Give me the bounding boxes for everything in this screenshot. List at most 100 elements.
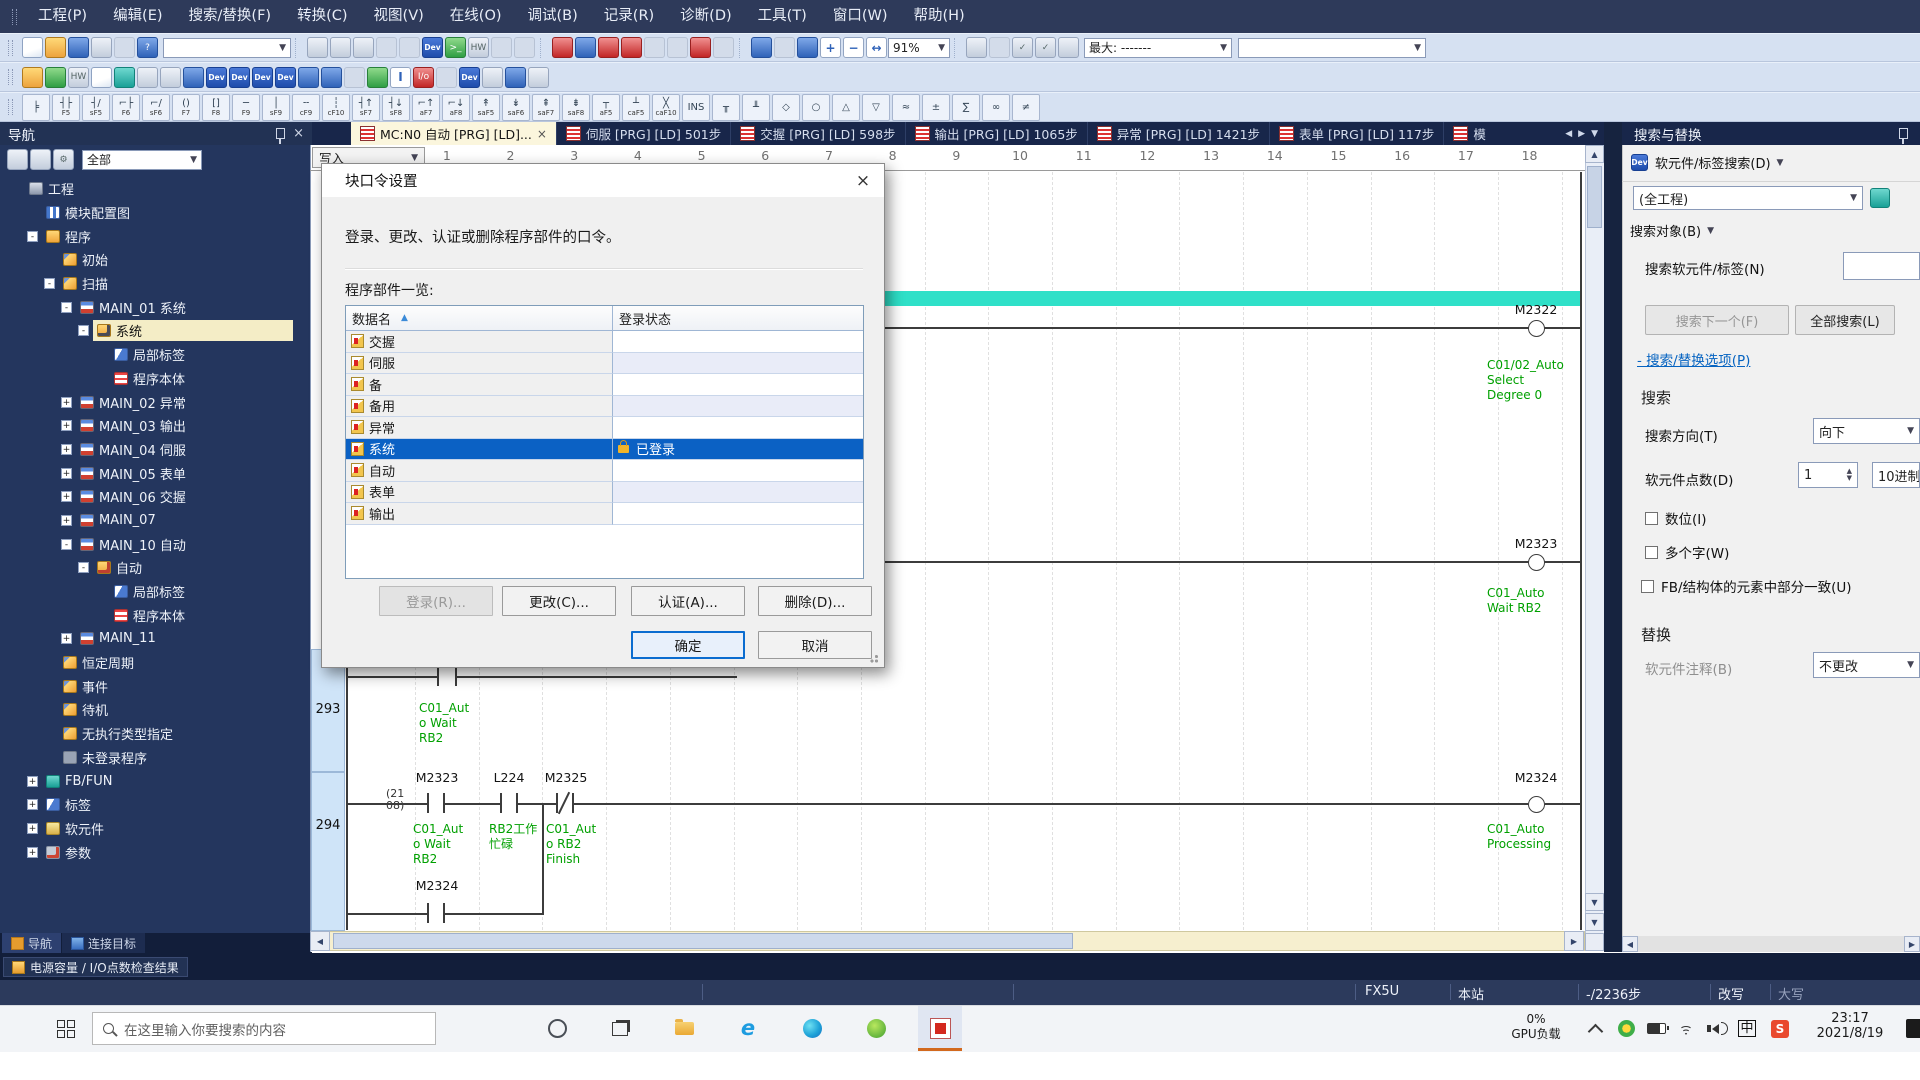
coil-m2323[interactable]	[1528, 554, 1545, 571]
clock-setting-icon[interactable]	[321, 67, 342, 88]
tree-expand-icon[interactable]: +	[27, 823, 38, 834]
ladder-symbol-button[interactable]: ╨	[742, 94, 770, 121]
device-label-m2325[interactable]: M2325	[537, 770, 595, 785]
comment-display-combo[interactable]: 最大: -------▼	[1084, 38, 1232, 58]
ladder-symbol-button[interactable]: [] F8	[202, 94, 230, 121]
device-memory-icon[interactable]: HW	[468, 37, 489, 58]
label-edit-icon[interactable]: I	[390, 67, 411, 88]
search-options-link[interactable]: - 搜索/替换选项(P)	[1637, 349, 1750, 369]
menu-item[interactable]: 转换(C)	[284, 0, 360, 33]
tree-expand-icon[interactable]: -	[78, 325, 89, 336]
change-button[interactable]: 更改(C)...	[502, 586, 616, 616]
program-part-row[interactable]: 交握	[346, 331, 863, 353]
menu-item[interactable]: 工具(T)	[745, 0, 820, 33]
search-scope-combo[interactable]: (全工程) ▼	[1633, 186, 1863, 210]
tree-expand-icon[interactable]: +	[61, 397, 72, 408]
ladder-symbol-button[interactable]: ╳ caF10	[652, 94, 680, 121]
document-tab[interactable]: 交握 [PRG] [LD] 598步	[731, 122, 905, 145]
redo-icon[interactable]	[399, 37, 420, 58]
close-icon[interactable]: ×	[293, 127, 304, 140]
column-header-status[interactable]: 登录状态	[613, 306, 863, 330]
ladder-symbol-button[interactable]: ▽	[862, 94, 890, 121]
task-view-button[interactable]	[598, 1006, 642, 1051]
device-comment-combo[interactable]: 不更改 ▼	[1813, 652, 1920, 678]
device-label-l224[interactable]: L224	[487, 770, 531, 785]
tree-expand-icon[interactable]: -	[44, 278, 55, 289]
device-comment-icon[interactable]: Dev	[422, 37, 443, 58]
nav-tree-item[interactable]: - MAIN_01 系统	[0, 295, 312, 319]
window-find-icon[interactable]	[505, 67, 526, 88]
nav-tree-item[interactable]: + 标签	[0, 793, 312, 817]
volume-tray-button[interactable]	[1702, 1006, 1732, 1051]
monitor-2-icon[interactable]	[667, 37, 688, 58]
element-selection-icon[interactable]	[45, 67, 66, 88]
nav-tree-item[interactable]: 事件	[0, 674, 312, 698]
program-terminal-icon[interactable]: >_	[445, 37, 466, 58]
register-button[interactable]: 登录(R)...	[379, 586, 493, 616]
resize-grip[interactable]	[869, 652, 881, 664]
project-history-icon[interactable]	[114, 37, 135, 58]
power-capacity-docked-tab[interactable]: 电源容量 / I/O点数检查结果	[3, 957, 188, 977]
ladder-symbol-button[interactable]: ╌ cF9	[292, 94, 320, 121]
contact-bar[interactable]	[556, 793, 558, 813]
nav-tree-item[interactable]: + 参数	[0, 840, 312, 864]
refine-search-icon[interactable]	[1870, 188, 1890, 208]
ladder-symbol-button[interactable]: △	[832, 94, 860, 121]
ladder-symbol-button[interactable]: ┤↓ sF8	[382, 94, 410, 121]
ladder-symbol-button[interactable]: ⌐↓ aF8	[442, 94, 470, 121]
nav-tree-item[interactable]: 待机	[0, 698, 312, 722]
ladder-symbol-button[interactable]: ╥	[712, 94, 740, 121]
new-project-icon[interactable]	[22, 37, 43, 58]
nav-tree-item[interactable]: + 软元件	[0, 817, 312, 841]
panel-splitter[interactable]	[1604, 122, 1622, 952]
program-part-row[interactable]: 伺服	[346, 353, 863, 375]
nav-tree-item[interactable]: + MAIN_04 伺服	[0, 438, 312, 462]
dev-transfer-icon[interactable]: Dev	[275, 67, 296, 88]
file-explorer-button[interactable]	[662, 1006, 706, 1051]
ladder-symbol-button[interactable]: () F7	[172, 94, 200, 121]
nav-tree-item[interactable]: + FB/FUN	[0, 769, 312, 793]
cancel-button[interactable]: 取消	[758, 631, 872, 659]
tree-expand-icon[interactable]: -	[27, 231, 38, 242]
system-green-icon[interactable]	[367, 67, 388, 88]
program-part-row[interactable]: 系统 已登录	[346, 439, 863, 461]
antivirus-tray-button[interactable]	[1612, 1006, 1640, 1051]
tree-expand-icon[interactable]: -	[78, 562, 89, 573]
binocular-search-icon[interactable]	[160, 67, 181, 88]
io-hw-icon[interactable]: HW	[68, 67, 89, 88]
ladder-symbol-button[interactable]: ┬ aF5	[592, 94, 620, 121]
convert-check-1-icon[interactable]: ✓	[1012, 37, 1033, 58]
device-label-m2322[interactable]: M2322	[1500, 302, 1572, 317]
menu-item[interactable]: 调试(B)	[515, 0, 591, 33]
dev-assign-icon[interactable]: Dev	[252, 67, 273, 88]
nav-tree-item[interactable]: 工程	[0, 177, 312, 201]
multiword-checkbox[interactable]	[1645, 546, 1658, 559]
menu-item[interactable]: 视图(V)	[361, 0, 437, 33]
program-part-row[interactable]: 自动	[346, 460, 863, 482]
vertical-scrollbar[interactable]	[1585, 145, 1604, 951]
window-tile-icon[interactable]	[774, 37, 795, 58]
ladder-symbol-button[interactable]: INS	[682, 94, 710, 121]
device-points-spinner[interactable]: 1 ▲▼	[1798, 462, 1858, 488]
cross-reference-icon[interactable]	[183, 67, 204, 88]
ladder-symbol-button[interactable]: ◇	[772, 94, 800, 121]
ladder-symbol-button[interactable]: ⌐/ sF6	[142, 94, 170, 121]
system-gray-icon[interactable]	[344, 67, 365, 88]
scroll-page-down-button[interactable]: ▼	[1585, 913, 1604, 931]
program-part-row[interactable]: 异常	[346, 417, 863, 439]
io-check-icon[interactable]: I/o	[413, 67, 434, 88]
wifi-tray-button[interactable]	[1672, 1006, 1700, 1051]
tree-expand-icon[interactable]: +	[61, 491, 72, 502]
read-from-plc-icon[interactable]	[575, 37, 596, 58]
pin-icon[interactable]	[1899, 128, 1908, 139]
taskbar-search-box[interactable]: 在这里输入你要搜索的内容	[92, 1012, 436, 1045]
sogou-tray-button[interactable]: S	[1766, 1006, 1794, 1051]
vertical-scroll-thumb[interactable]	[1587, 166, 1602, 228]
contact-bar[interactable]	[500, 793, 502, 813]
nav-tree-item[interactable]: 模块配置图	[0, 201, 312, 225]
cortana-button[interactable]	[535, 1006, 579, 1051]
nav-tree-item[interactable]: 局部标签	[0, 580, 312, 604]
document-tab[interactable]: 异常 [PRG] [LD] 1421步	[1088, 122, 1270, 145]
device-inactive-2-icon[interactable]	[514, 37, 535, 58]
gray-tool-icon[interactable]	[436, 67, 457, 88]
